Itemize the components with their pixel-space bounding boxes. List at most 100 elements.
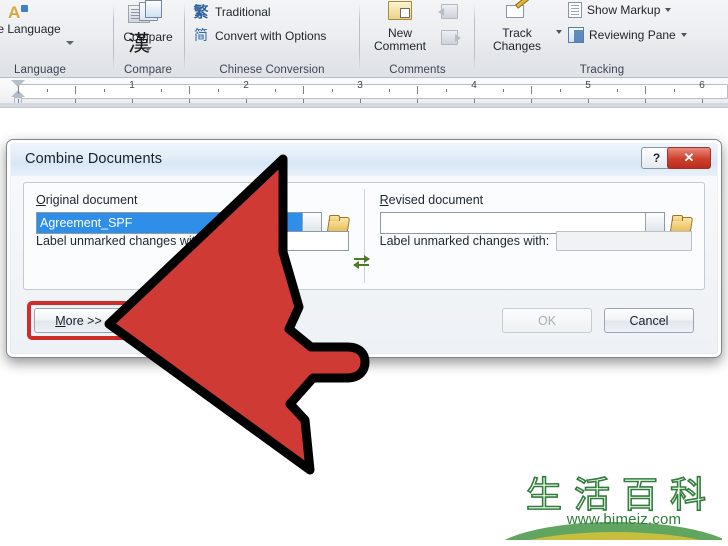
ok-button[interactable]: OK [502, 308, 592, 333]
watermark-char-2: 活 [573, 475, 611, 517]
compare-button[interactable]: Compare [114, 0, 182, 51]
group-label-language: Language [14, 64, 66, 76]
previous-comment-icon [438, 4, 458, 19]
horizontal-ruler[interactable]: 1 2 3 4 5 6 [0, 78, 728, 108]
chevron-down-icon[interactable] [665, 8, 672, 12]
ruler-bar[interactable] [18, 84, 728, 99]
ruler-tick-major [417, 86, 418, 94]
dialog-title-bar[interactable]: Combine Documents ? ✕ [11, 144, 717, 176]
swap-arrow-right-icon [354, 255, 370, 263]
ribbon-group-comments: New Comment Comments [361, 0, 474, 78]
show-markup-button[interactable]: Show Markup [568, 2, 672, 18]
ruler-tick-minor [274, 89, 276, 92]
revised-document-label: Revised document [380, 193, 693, 207]
ruler-bottom-edge [0, 103, 728, 107]
new-comment-button[interactable]: New Comment [365, 1, 435, 53]
reviewing-pane-icon [568, 27, 584, 43]
browse-revised-folder-icon[interactable] [671, 214, 692, 232]
more-button-highlight [27, 301, 130, 340]
document-page: Combine Documents ? ✕ Original document … [0, 108, 728, 546]
watermark: 生 活 百 科 www.bimeiz.com [500, 475, 722, 540]
ruler-tick-minor [445, 89, 447, 92]
ruler-tick-minor [616, 89, 618, 92]
original-document-dropdown-button[interactable] [301, 213, 321, 233]
ruler-tick-major [303, 86, 304, 94]
convert-with-options-button[interactable]: 简 Convert with Options [192, 27, 326, 45]
browse-original-folder-icon[interactable] [328, 214, 349, 232]
track-changes-label-line2: Changes [492, 39, 542, 53]
ruler-tick-minor [502, 89, 504, 92]
next-comment-button[interactable] [441, 30, 461, 45]
next-comment-icon [441, 30, 461, 45]
ruler-number: 6 [699, 80, 705, 91]
original-document-field: Original document Agreement_SPF [36, 193, 349, 234]
track-changes-button[interactable]: Track Changes [478, 1, 556, 53]
convert-with-options-label: Convert with Options [215, 29, 327, 43]
ribbon-toolbar: te Language 漢 Language Compare Compare [0, 0, 728, 78]
revised-label-rest: evised document [388, 193, 484, 207]
ruler-number: 1 [129, 80, 135, 91]
ruler-tick-minor [46, 89, 48, 92]
cancel-button[interactable]: Cancel [604, 308, 694, 333]
chevron-down-icon[interactable] [144, 47, 152, 51]
group-separator [184, 4, 185, 70]
document-fields-panel: Original document Agreement_SPF Revised … [23, 182, 705, 290]
group-label-tracking: Tracking [579, 64, 625, 76]
group-label-comments: Comments [389, 64, 446, 76]
ruler-tick-major [18, 86, 19, 94]
chevron-down-icon[interactable] [556, 30, 562, 34]
group-separator [474, 4, 475, 70]
language-button[interactable] [8, 3, 28, 23]
swap-documents-icon[interactable] [353, 255, 374, 269]
new-comment-icon [388, 1, 412, 20]
language-icon [8, 3, 28, 23]
dialog-body: Original document Agreement_SPF Revised … [11, 176, 717, 353]
chevron-down-icon[interactable] [66, 41, 74, 45]
revised-document-dropdown-button[interactable] [645, 213, 665, 233]
ribbon-group-compare: Compare Compare [114, 0, 182, 78]
compare-icon [138, 0, 162, 21]
ribbon-group-tracking: Track Changes Show Markup Reviewing Pane… [476, 0, 728, 78]
original-label-unmarked-text: Label unmarked changes with: [36, 234, 206, 248]
revised-document-field: Revised document [379, 193, 693, 234]
ruler-tick-minor [673, 89, 675, 92]
close-button[interactable]: ✕ [667, 147, 711, 169]
ruler-tick-minor [559, 89, 561, 92]
ruler-tick-minor [103, 89, 105, 92]
revised-label-unmarked-input[interactable] [556, 231, 693, 251]
original-label-unmarked-row: Label unmarked changes with: [36, 231, 349, 251]
new-comment-label-line2: Comment [373, 39, 426, 53]
original-label-rest: riginal document [45, 193, 138, 207]
ribbon-group-chinese-conversion: 繁 Traditional 简 Convert with Options Chi… [186, 0, 358, 78]
ruler-number: 4 [471, 80, 477, 91]
show-markup-icon [568, 2, 582, 18]
watermark-url: www.bimeiz.com [566, 511, 682, 528]
reviewing-pane-button[interactable]: Reviewing Pane [568, 27, 687, 43]
ruler-tick-major [531, 86, 532, 94]
reviewing-pane-label: Reviewing Pane [589, 28, 676, 42]
chevron-down-icon[interactable] [680, 33, 687, 37]
ruler-number: 5 [585, 80, 591, 91]
language-dropdown-button[interactable]: te Language [0, 22, 61, 36]
previous-comment-button[interactable] [438, 4, 458, 19]
ruler-tick-minor [217, 89, 219, 92]
revised-label-mnemonic: R [379, 193, 389, 207]
original-label-unmarked-input[interactable] [212, 231, 349, 251]
swap-arrow-left-icon [353, 261, 369, 269]
watermark-char-3: 百 [621, 475, 659, 517]
ruler-tick-minor [331, 89, 333, 92]
traditional-button[interactable]: 繁 Traditional [192, 3, 270, 21]
traditional-chinese-icon: 繁 [193, 3, 209, 21]
dialog-title: Combine Documents [25, 151, 163, 167]
original-document-value[interactable]: Agreement_SPF [37, 213, 302, 233]
ruler-number: 2 [243, 80, 249, 91]
ruler-tick-major [75, 86, 76, 94]
ruler-tick-major [189, 86, 190, 94]
ruler-tick-minor [160, 89, 162, 92]
revised-document-value[interactable] [381, 213, 646, 233]
watermark-char-4: 科 [669, 475, 707, 517]
ruler-number: 3 [357, 80, 363, 91]
original-document-label: Original document [36, 193, 349, 207]
watermark-char-1: 生 [525, 475, 563, 517]
ruler-tick-minor [388, 89, 390, 92]
